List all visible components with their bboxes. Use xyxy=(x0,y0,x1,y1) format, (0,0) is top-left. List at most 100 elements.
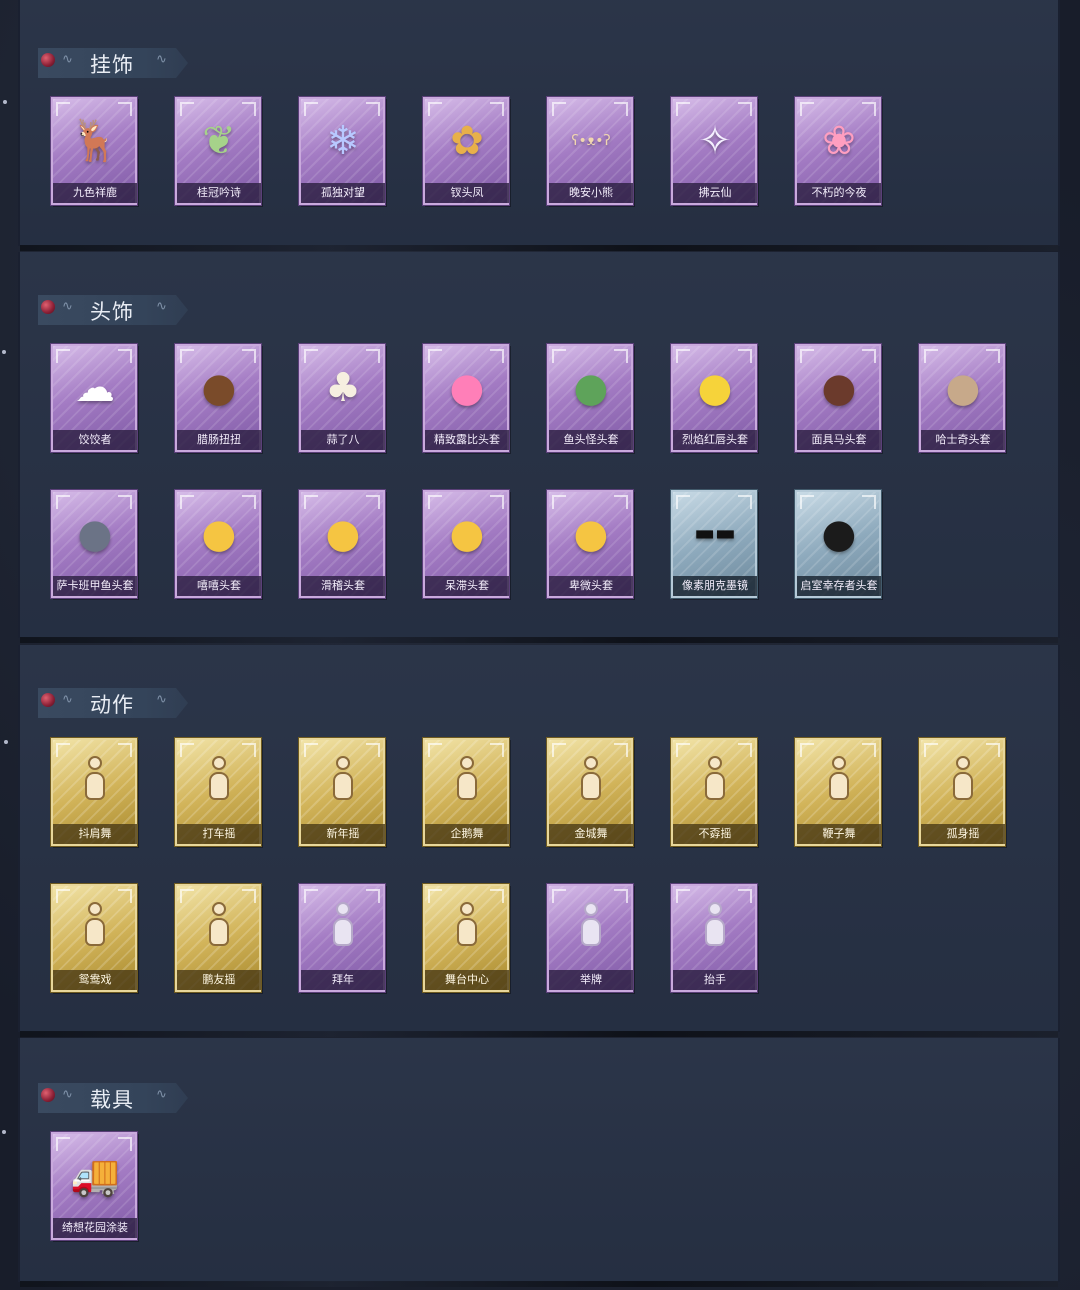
item-card[interactable]: ● 鱼头怪头套 xyxy=(545,342,633,454)
card-frame: ☁ 饺饺者 xyxy=(51,344,137,452)
pose-figure-icon xyxy=(695,754,735,810)
corner-ornament-icon xyxy=(56,349,70,363)
card-frame: 金城舞 xyxy=(547,738,633,846)
corner-ornament-icon xyxy=(676,889,690,903)
item-card[interactable]: 新年摇 xyxy=(297,736,385,848)
corner-ornament-icon xyxy=(366,495,380,509)
item-card[interactable]: ʕ•ᴥ•ʔ 晚安小熊 xyxy=(545,95,633,207)
corner-ornament-icon xyxy=(304,349,318,363)
item-card[interactable]: ● 面具马头套 xyxy=(793,342,881,454)
section-title: 挂饰 xyxy=(90,53,134,77)
item-card[interactable]: ● 嘻嘻头套 xyxy=(173,488,261,600)
item-card[interactable]: 金城舞 xyxy=(545,736,633,848)
item-art-glyph: 🦌 xyxy=(70,118,120,164)
corner-ornament-icon xyxy=(614,743,628,757)
swirl-ornament-icon: ∿ xyxy=(156,692,167,707)
item-card[interactable]: ● 萨卡班甲鱼头套 xyxy=(49,488,137,600)
corner-ornament-icon xyxy=(738,349,752,363)
section-header-actions: ∿ 动作 ∿ xyxy=(38,688,188,718)
item-card[interactable]: 🦌 九色祥鹿 xyxy=(49,95,137,207)
pose-figure-icon xyxy=(695,900,735,956)
item-card[interactable]: 拜年 xyxy=(297,882,385,994)
item-card[interactable]: ✧ 拂云仙 xyxy=(669,95,757,207)
item-card[interactable]: 孤身摇 xyxy=(917,736,1005,848)
corner-ornament-icon xyxy=(242,743,256,757)
item-label: 桂冠吟诗 xyxy=(177,183,261,203)
pose-figure-icon xyxy=(323,754,363,810)
pose-figure-icon xyxy=(75,754,115,810)
card-frame: ❄ 孤独对望 xyxy=(299,97,385,205)
item-card[interactable]: 鹏友摇 xyxy=(173,882,261,994)
item-label: 哈士奇头套 xyxy=(921,430,1005,450)
card-frame: 举牌 xyxy=(547,884,633,992)
item-art-glyph: ● xyxy=(821,511,857,557)
pose-figure-icon xyxy=(199,900,239,956)
item-card[interactable]: 鸳鸯戏 xyxy=(49,882,137,994)
item-card[interactable]: 打车摇 xyxy=(173,736,261,848)
item-label: 孤独对望 xyxy=(301,183,385,203)
swirl-ornament-icon: ∿ xyxy=(62,692,73,707)
card-frame: ● 启室幸存者头套 xyxy=(795,490,881,598)
card-frame: ● 面具马头套 xyxy=(795,344,881,452)
item-card[interactable]: ♣ 蒜了八 xyxy=(297,342,385,454)
corner-ornament-icon xyxy=(118,495,132,509)
corner-ornament-icon xyxy=(428,495,442,509)
item-card[interactable]: ● 卑微头套 xyxy=(545,488,633,600)
corner-ornament-icon xyxy=(738,495,752,509)
item-card[interactable]: ● 精致露比头套 xyxy=(421,342,509,454)
card-frame: 企鹅舞 xyxy=(423,738,509,846)
corner-ornament-icon xyxy=(242,349,256,363)
sparkle-decoration xyxy=(2,350,6,354)
item-label: 九色祥鹿 xyxy=(53,183,137,203)
corner-ornament-icon xyxy=(490,102,504,116)
corner-ornament-icon xyxy=(490,889,504,903)
corner-ornament-icon xyxy=(366,743,380,757)
card-frame: ❦ 桂冠吟诗 xyxy=(175,97,261,205)
item-card[interactable]: ● 启室幸存者头套 xyxy=(793,488,881,600)
swirl-ornament-icon: ∿ xyxy=(62,1087,73,1102)
item-art-glyph: ❦ xyxy=(202,118,236,164)
item-label: 滑稽头套 xyxy=(301,576,385,596)
item-card[interactable]: ▬▬ 像素朋克墨镜 xyxy=(669,488,757,600)
item-card[interactable]: ● 烈焰红唇头套 xyxy=(669,342,757,454)
corner-ornament-icon xyxy=(800,102,814,116)
item-card[interactable]: ❀ 不朽的今夜 xyxy=(793,95,881,207)
item-card[interactable]: ☁ 饺饺者 xyxy=(49,342,137,454)
item-card[interactable]: ● 腊肠扭扭 xyxy=(173,342,261,454)
item-card[interactable]: 不孬摇 xyxy=(669,736,757,848)
item-card[interactable]: 🚚 绮想花园涂装 xyxy=(49,1130,137,1242)
item-card[interactable]: 舞台中心 xyxy=(421,882,509,994)
card-frame: ● 烈焰红唇头套 xyxy=(671,344,757,452)
card-frame: 鹏友摇 xyxy=(175,884,261,992)
item-label: 不孬摇 xyxy=(673,824,757,844)
item-card[interactable]: 抬手 xyxy=(669,882,757,994)
card-frame: ● 滑稽头套 xyxy=(299,490,385,598)
corner-ornament-icon xyxy=(428,102,442,116)
corner-ornament-icon xyxy=(986,349,1000,363)
item-card[interactable]: ❄ 孤独对望 xyxy=(297,95,385,207)
item-card[interactable]: ● 哈士奇头套 xyxy=(917,342,1005,454)
item-card[interactable]: 举牌 xyxy=(545,882,633,994)
item-card[interactable]: 企鹅舞 xyxy=(421,736,509,848)
card-frame: 鞭子舞 xyxy=(795,738,881,846)
corner-ornament-icon xyxy=(676,102,690,116)
card-frame: ✧ 拂云仙 xyxy=(671,97,757,205)
item-art-glyph: ● xyxy=(697,365,733,411)
pose-figure-icon xyxy=(75,900,115,956)
card-frame: ● 精致露比头套 xyxy=(423,344,509,452)
item-card[interactable]: ● 呆滞头套 xyxy=(421,488,509,600)
item-card[interactable]: 抖肩舞 xyxy=(49,736,137,848)
corner-ornament-icon xyxy=(490,495,504,509)
card-frame: ● 哈士奇头套 xyxy=(919,344,1005,452)
item-card[interactable]: ● 滑稽头套 xyxy=(297,488,385,600)
corner-ornament-icon xyxy=(862,349,876,363)
item-card[interactable]: ❦ 桂冠吟诗 xyxy=(173,95,261,207)
corner-ornament-icon xyxy=(738,102,752,116)
item-card[interactable]: ✿ 钗头凤 xyxy=(421,95,509,207)
item-card[interactable]: 鞭子舞 xyxy=(793,736,881,848)
item-label: 不朽的今夜 xyxy=(797,183,881,203)
vehicles-panel: ∿ 载具 ∿ xyxy=(18,1038,1060,1287)
corner-ornament-icon xyxy=(552,349,566,363)
corner-ornament-icon xyxy=(366,889,380,903)
corner-ornament-icon xyxy=(862,743,876,757)
